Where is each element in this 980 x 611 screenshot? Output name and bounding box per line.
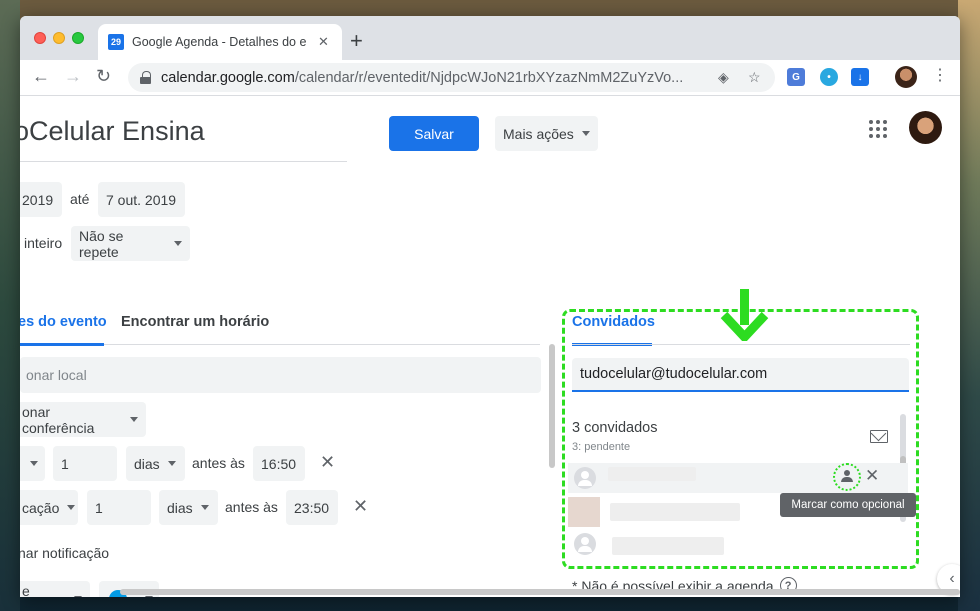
tab-bar: 29 Google Agenda - Detalhes do e ✕ +: [20, 16, 960, 60]
minimize-window-button[interactable]: [53, 32, 65, 44]
tab-event-details[interactable]: es do evento: [20, 314, 107, 330]
chevron-down-icon: [200, 505, 209, 510]
chevron-down-icon: [74, 596, 82, 597]
remove-notification-icon[interactable]: ✕: [320, 452, 335, 473]
details-scrollbar[interactable]: [549, 344, 555, 468]
chevron-down-icon: [174, 241, 182, 246]
browser-toolbar: ← → ↻ calendar.google.com/calendar/r/eve…: [20, 60, 960, 96]
email-guests-icon[interactable]: [870, 430, 888, 443]
owner-label: e Farias: [22, 582, 30, 598]
redacted-guest-name: [610, 503, 740, 521]
notification-type-dropdown-2[interactable]: cação: [20, 490, 78, 525]
notification-type-dropdown-1[interactable]: [20, 446, 45, 481]
guest-photo-avatar: [568, 497, 600, 527]
chevron-down-icon: [145, 596, 153, 597]
guest-email-input[interactable]: tudocelular@tudocelular.com: [572, 358, 909, 392]
back-arrow-icon[interactable]: ←: [32, 66, 50, 87]
notification-unit-label-1: dias: [134, 455, 160, 472]
remove-guest-icon[interactable]: ✕: [865, 466, 879, 486]
browser-menu-icon[interactable]: ⋮: [932, 65, 948, 85]
desktop-background-left: [0, 0, 20, 611]
person-avatar-icon: [574, 467, 596, 489]
tab-title: Google Agenda - Detalhes do e: [132, 35, 307, 49]
until-label: até: [70, 191, 90, 207]
calendar-favicon-icon: 29: [108, 34, 124, 50]
mark-optional-icon[interactable]: [833, 463, 861, 491]
forward-arrow-icon[interactable]: →: [64, 66, 82, 87]
tag-icon[interactable]: ◈: [718, 69, 729, 86]
green-arrow-down-icon: [720, 289, 769, 341]
notification-unit-dropdown-2[interactable]: dias: [159, 490, 218, 525]
tab-guests[interactable]: Convidados: [572, 314, 655, 330]
all-day-label[interactable]: inteiro: [24, 235, 62, 251]
zoom-window-button[interactable]: [72, 32, 84, 44]
event-tabs: es do evento Encontrar um horário: [20, 305, 540, 346]
notification-time-2[interactable]: 23:50: [286, 490, 338, 525]
repeat-dropdown[interactable]: Não se repete: [71, 226, 190, 261]
notification-time-1[interactable]: 16:50: [253, 446, 305, 481]
notification-value-input-2[interactable]: 1: [87, 490, 151, 525]
before-at-label-2: antes às: [225, 499, 278, 515]
conference-dropdown[interactable]: onar conferência: [20, 402, 146, 437]
notification-unit-dropdown-1[interactable]: dias: [126, 446, 185, 481]
conference-label: onar conferência: [22, 403, 95, 436]
chevron-down-icon: [167, 461, 176, 466]
new-tab-button[interactable]: +: [350, 28, 363, 54]
more-actions-label: Mais ações: [503, 125, 574, 142]
notification-type-label-2: cação: [22, 499, 60, 516]
notification-unit-label-2: dias: [167, 499, 193, 516]
download-extension-icon[interactable]: ↓: [851, 68, 869, 86]
before-at-label-1: antes às: [192, 455, 245, 471]
event-title-input[interactable]: oCelular Ensina: [20, 116, 205, 147]
close-tab-icon[interactable]: ✕: [318, 34, 329, 50]
address-bar[interactable]: calendar.google.com/calendar/r/eventedit…: [128, 63, 775, 92]
repeat-label: Não se repete: [79, 227, 124, 260]
end-date-field[interactable]: 7 out. 2019: [98, 182, 185, 217]
add-notification-link[interactable]: nar notificação: [20, 545, 109, 561]
person-avatar-icon: [574, 533, 596, 555]
chevron-down-icon: [581, 131, 590, 136]
bookmark-star-icon[interactable]: ☆: [748, 69, 761, 86]
location-input[interactable]: onar local: [20, 357, 541, 393]
browser-window: 29 Google Agenda - Detalhes do e ✕ + ← →…: [20, 16, 960, 597]
event-edit-page: oCelular Ensina Salvar Mais ações 2019 a…: [20, 96, 960, 597]
title-underline: [20, 161, 347, 162]
guest-count: 3 convidados: [572, 420, 658, 436]
account-avatar[interactable]: [909, 111, 942, 144]
close-window-button[interactable]: [34, 32, 46, 44]
owner-dropdown[interactable]: e Farias: [20, 581, 90, 597]
chevron-down-icon: [30, 461, 38, 466]
profile-avatar[interactable]: [895, 66, 917, 88]
mark-optional-tooltip: Marcar como opcional: [780, 493, 916, 517]
url-path: /calendar/r/eventedit/NjdpcWJoN21rbXYzaz…: [294, 69, 684, 86]
url-host: calendar.google.com: [161, 69, 295, 86]
reload-icon[interactable]: ↻: [96, 66, 111, 87]
translate-extension-icon[interactable]: G: [787, 68, 805, 86]
start-date-field[interactable]: 2019: [20, 182, 62, 217]
more-actions-button[interactable]: Mais ações: [495, 116, 598, 151]
guest-row[interactable]: [568, 529, 908, 559]
guest-pending-count: 3: pendente: [572, 441, 631, 453]
horizontal-scrollbar[interactable]: [120, 589, 960, 595]
save-button[interactable]: Salvar: [389, 116, 479, 151]
chevron-down-icon: [130, 417, 138, 422]
browser-tab-calendar[interactable]: 29 Google Agenda - Detalhes do e ✕: [98, 24, 342, 60]
chevron-down-icon: [67, 505, 76, 510]
extension-icon[interactable]: •: [820, 68, 838, 86]
tab-find-time[interactable]: Encontrar um horário: [121, 314, 269, 330]
guests-divider: [572, 344, 910, 345]
redacted-guest-name: [608, 467, 696, 481]
remove-notification-icon[interactable]: ✕: [353, 496, 368, 517]
redacted-guest-name: [612, 537, 724, 555]
active-tab-indicator: [20, 343, 104, 346]
notification-value-input-1[interactable]: 1: [53, 446, 117, 481]
lock-icon: [140, 71, 151, 84]
apps-grid-icon[interactable]: [869, 120, 887, 138]
desktop-background-right: [958, 0, 980, 611]
